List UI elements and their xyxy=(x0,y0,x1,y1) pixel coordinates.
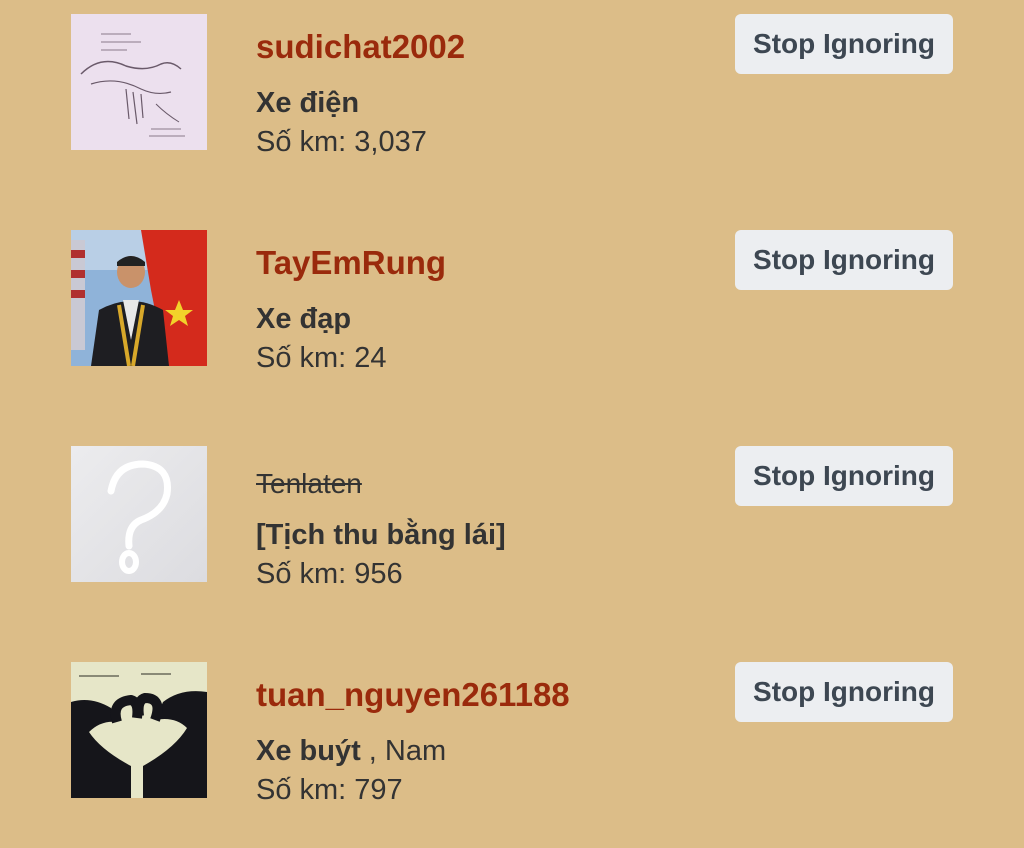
stop-ignoring-button[interactable]: Stop Ignoring xyxy=(735,230,953,290)
ignored-user-row: sudichat2002 Xe điện Số km: 3,037 Stop I… xyxy=(0,0,1024,200)
photo-avatar-icon xyxy=(71,230,207,366)
user-km: Số km: 797 xyxy=(256,774,403,806)
user-title-line: Xe điện xyxy=(256,87,359,120)
heart-hands-icon xyxy=(71,662,207,798)
username-link[interactable]: TayEmRung xyxy=(256,244,446,282)
stop-ignoring-button[interactable]: Stop Ignoring xyxy=(735,446,953,506)
avatar[interactable] xyxy=(71,230,207,366)
ignored-user-row: Tenlaten [Tịch thu bằng lái] Số km: 956 … xyxy=(0,432,1024,632)
user-title: Xe buýt xyxy=(256,735,361,767)
avatar[interactable] xyxy=(71,446,207,582)
username-link[interactable]: tuan_nguyen261188 xyxy=(256,676,570,714)
stop-ignoring-button[interactable]: Stop Ignoring xyxy=(735,662,953,722)
user-title: Xe đạp xyxy=(256,303,352,335)
avatar[interactable] xyxy=(71,662,207,798)
user-title-line: [Tịch thu bằng lái] xyxy=(256,519,506,552)
user-km: Số km: 24 xyxy=(256,342,387,374)
user-km: Số km: 956 xyxy=(256,558,403,590)
user-title: Xe điện xyxy=(256,87,360,119)
user-title: [Tịch thu bằng lái] xyxy=(256,519,506,551)
user-location: , Nam xyxy=(360,735,447,767)
stop-ignoring-button[interactable]: Stop Ignoring xyxy=(735,14,953,74)
username-link[interactable]: sudichat2002 xyxy=(256,28,465,66)
ignored-user-row: TayEmRung Xe đạp Số km: 24 Stop Ignoring xyxy=(0,216,1024,416)
user-title-line: Xe buýt , Nam xyxy=(256,735,446,768)
ignored-user-row: tuan_nguyen261188 Xe buýt , Nam Số km: 7… xyxy=(0,648,1024,848)
user-km: Số km: 3,037 xyxy=(256,126,427,158)
user-title-line: Xe đạp xyxy=(256,303,351,336)
username-link[interactable]: Tenlaten xyxy=(256,468,362,500)
sketch-avatar-icon xyxy=(71,14,207,150)
question-mark-icon xyxy=(71,446,207,582)
avatar[interactable] xyxy=(71,14,207,150)
